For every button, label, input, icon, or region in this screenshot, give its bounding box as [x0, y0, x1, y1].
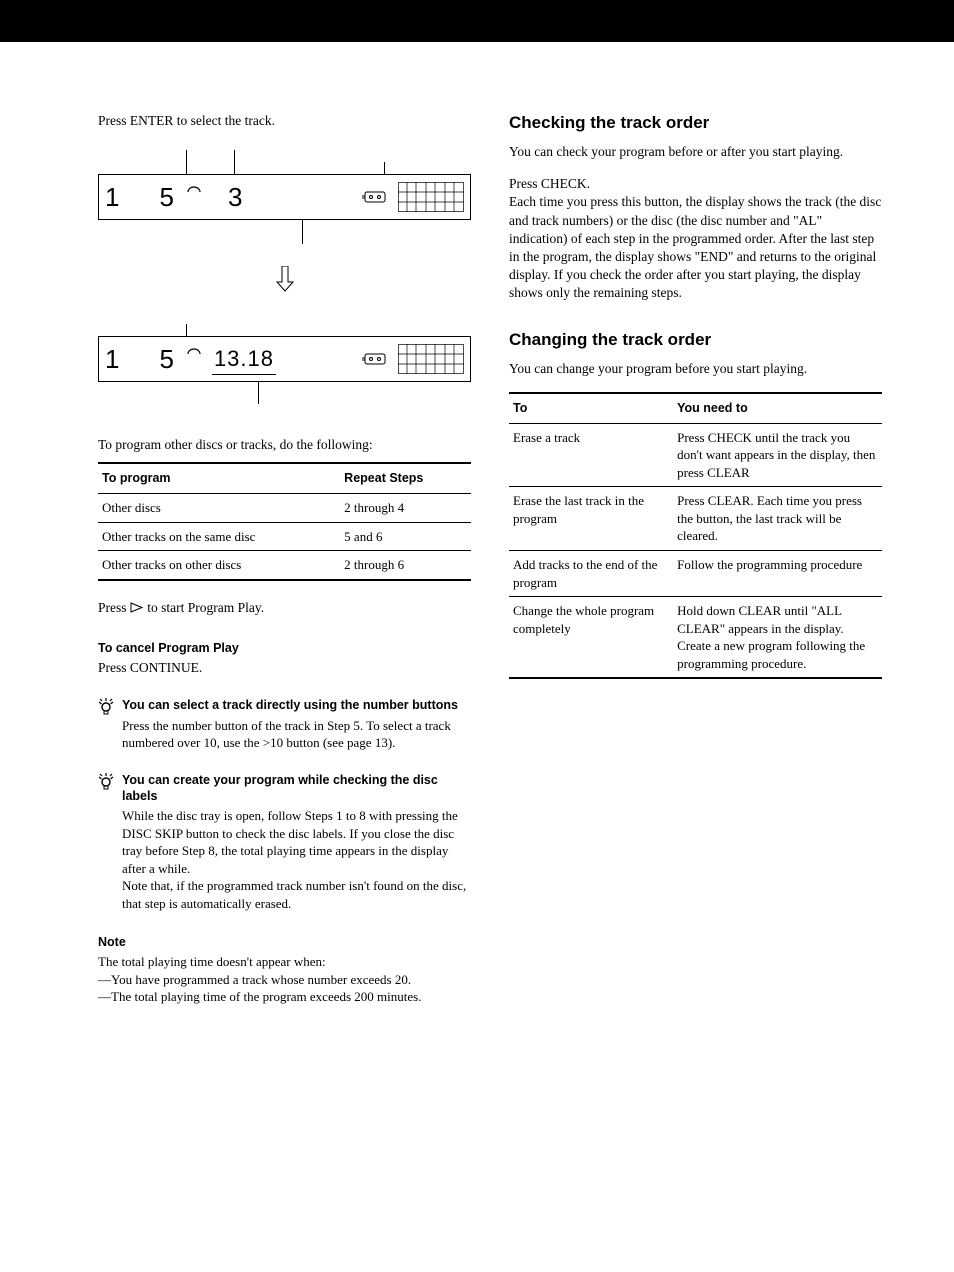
tip-2: You can create your program while checki… — [98, 772, 471, 913]
spin-icon — [186, 182, 202, 196]
tip-1-title: You can select a track directly using th… — [122, 697, 471, 713]
extra-number: 3 — [228, 180, 244, 215]
down-arrow-icon — [98, 266, 471, 296]
tip-1-body: Press the number button of the track in … — [122, 717, 471, 752]
tip-1: You can select a track directly using th… — [98, 697, 471, 751]
disc-number-2: 1 — [105, 342, 121, 377]
calendar-grid — [398, 344, 464, 374]
note-line: —The total playing time of the program e… — [98, 988, 471, 1006]
cell: Hold down CLEAR until "ALL CLEAR" appear… — [673, 597, 882, 679]
cell: Other discs — [98, 494, 340, 523]
play-icon — [130, 600, 144, 618]
table-row: Other tracks on the same disc5 and 6 — [98, 522, 471, 551]
section-checking-intro: You can check your program before or aft… — [509, 143, 882, 161]
cell: Press CLEAR. Each time you press the but… — [673, 487, 882, 551]
cell: 2 through 4 — [340, 494, 471, 523]
cell: Other tracks on other discs — [98, 551, 340, 580]
tip-2-body: While the disc tray is open, follow Step… — [122, 807, 471, 912]
right-column: Checking the track order You can check y… — [509, 112, 882, 1006]
header-blackbar — [0, 0, 954, 42]
col-header-to: To — [509, 393, 673, 423]
note-block: Note The total playing time doesn't appe… — [98, 934, 471, 1006]
table-row: Add tracks to the end of the programFoll… — [509, 551, 882, 597]
cassette-icon — [362, 352, 388, 366]
note-line: —You have programmed a track whose numbe… — [98, 971, 471, 989]
calendar-grid — [398, 182, 464, 212]
section-checking-sub: Press CHECK. — [509, 175, 882, 193]
play-instruction: Press to start Program Play. — [98, 599, 471, 618]
section-checking-body: Each time you press this button, the dis… — [509, 193, 882, 302]
changing-table: To You need to Erase a trackPress CHECK … — [509, 392, 882, 679]
table-row: Other tracks on other discs2 through 6 — [98, 551, 471, 580]
col-header-to-program: To program — [98, 463, 340, 493]
lcd-display-1: 1 5 3 — [98, 174, 471, 220]
table-row: Change the whole program completelyHold … — [509, 597, 882, 679]
cancel-title: To cancel Program Play — [98, 640, 471, 657]
cancel-body: Press CONTINUE. — [98, 659, 471, 677]
col-header-you-need-to: You need to — [673, 393, 882, 423]
col-header-repeat-steps: Repeat Steps — [340, 463, 471, 493]
track-number-2: 5 — [159, 342, 175, 377]
table-row: Erase a trackPress CHECK until the track… — [509, 423, 882, 487]
cell: Add tracks to the end of the program — [509, 551, 673, 597]
note-title: Note — [98, 934, 471, 951]
cell: Follow the programming procedure — [673, 551, 882, 597]
table-row: Other discs2 through 4 — [98, 494, 471, 523]
table-row: Erase the last track in the programPress… — [509, 487, 882, 551]
cell: Erase a track — [509, 423, 673, 487]
display-illustration: 1 5 3 — [98, 144, 471, 412]
cell: 2 through 6 — [340, 551, 471, 580]
time-display: 13.18 — [212, 344, 276, 375]
tip-bulb-icon — [98, 697, 114, 751]
cassette-icon — [362, 190, 388, 204]
cell: Other tracks on the same disc — [98, 522, 340, 551]
section-checking-title: Checking the track order — [509, 112, 882, 135]
program-intro: To program other discs or tracks, do the… — [98, 436, 471, 454]
tip-bulb-icon — [98, 772, 114, 913]
page-content: Press ENTER to select the track. 1 5 3 — [0, 42, 954, 1046]
section-changing-title: Changing the track order — [509, 329, 882, 352]
disc-number: 1 — [105, 180, 121, 215]
track-number: 5 — [159, 180, 175, 215]
cell: Press CHECK until the track you don't wa… — [673, 423, 882, 487]
tip-2-title: You can create your program while checki… — [122, 772, 471, 805]
note-intro: The total playing time doesn't appear wh… — [98, 953, 471, 971]
section-changing-intro: You can change your program before you s… — [509, 360, 882, 378]
left-column: Press ENTER to select the track. 1 5 3 — [98, 112, 471, 1006]
cell: Change the whole program completely — [509, 597, 673, 679]
cell: Erase the last track in the program — [509, 487, 673, 551]
program-table: To program Repeat Steps Other discs2 thr… — [98, 462, 471, 581]
spin-icon — [186, 344, 202, 358]
lcd-display-2: 1 5 13.18 — [98, 336, 471, 382]
intro-text: Press ENTER to select the track. — [98, 112, 471, 130]
cell: 5 and 6 — [340, 522, 471, 551]
